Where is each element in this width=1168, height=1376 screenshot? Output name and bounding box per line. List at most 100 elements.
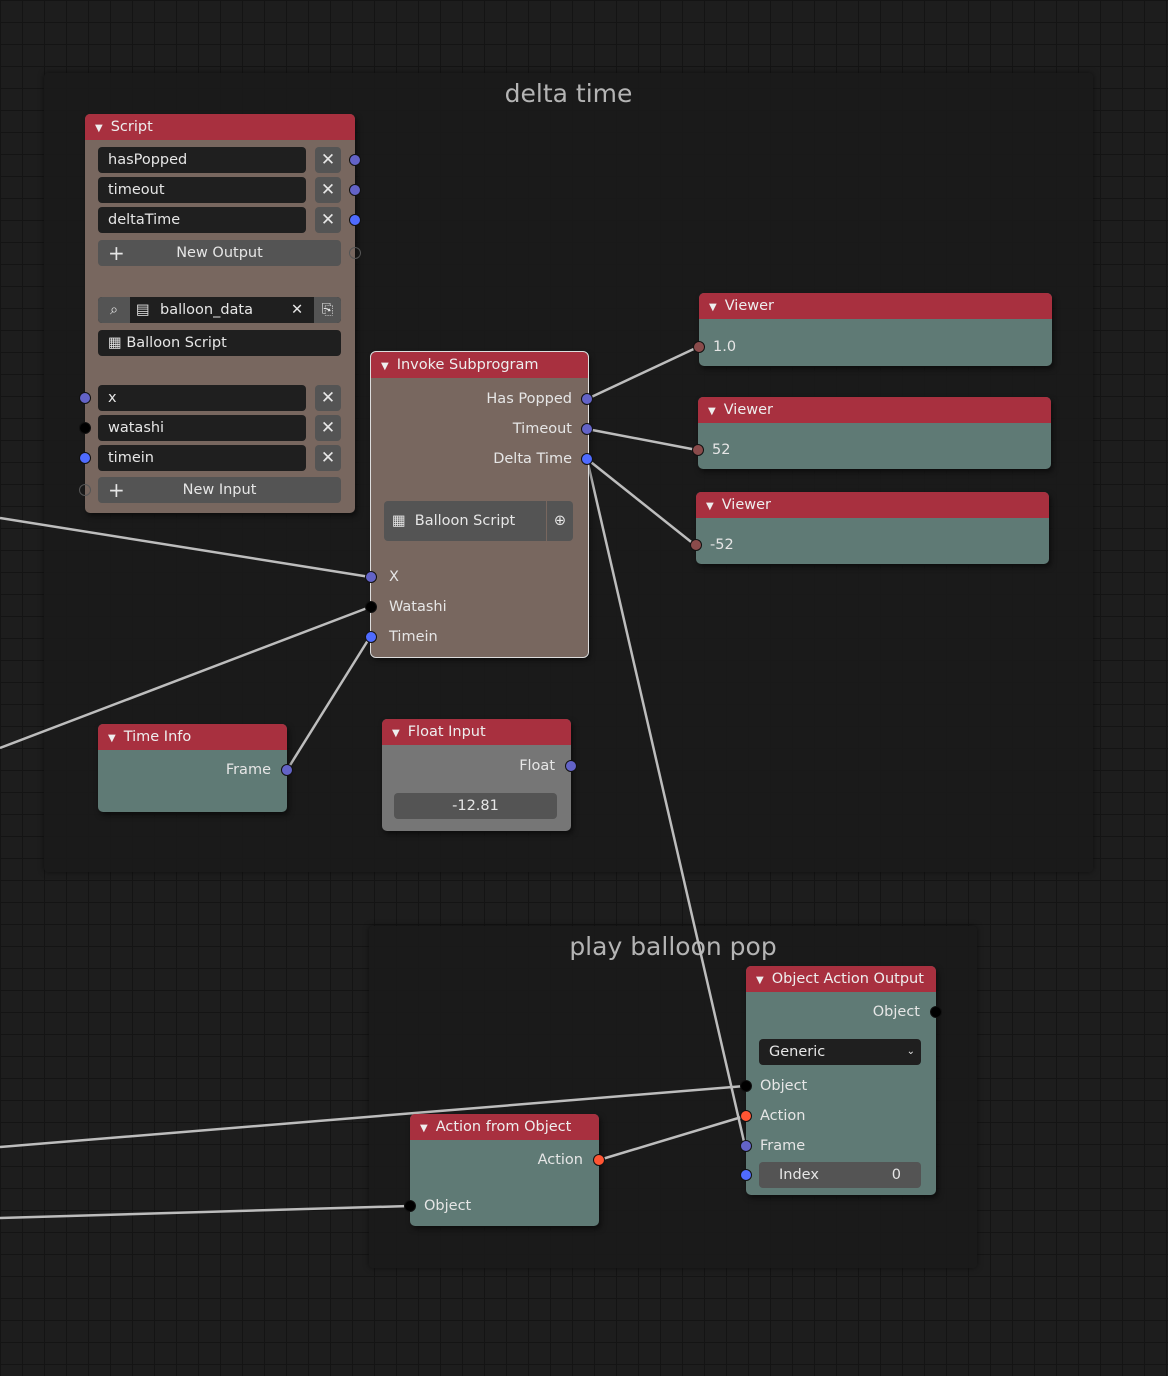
input-socket[interactable]	[79, 484, 91, 496]
collapse-triangle-icon[interactable]: ▼	[381, 354, 389, 380]
viewer-node[interactable]: ▼ Viewer -52	[690, 492, 1049, 564]
subprogram-selector[interactable]: ▦ Balloon Script	[384, 501, 546, 541]
remove-input-button[interactable]: ✕	[315, 445, 341, 471]
node-header[interactable]: ▼ Viewer	[698, 397, 1051, 423]
paste-icon[interactable]: ⎘	[314, 297, 341, 323]
subprogram-name-field[interactable]: ▦ Balloon Script	[98, 330, 341, 356]
input-socket[interactable]	[740, 1110, 752, 1122]
input-socket[interactable]	[79, 422, 91, 434]
node-title: Object Action Output	[771, 971, 924, 987]
output-socket[interactable]	[349, 247, 361, 259]
new-subprogram-icon[interactable]: ⊕	[547, 501, 573, 541]
collapse-triangle-icon[interactable]: ▼	[709, 295, 717, 321]
output-socket[interactable]	[281, 764, 293, 776]
output-name-field[interactable]: hasPopped	[98, 147, 306, 173]
output-socket[interactable]	[581, 423, 593, 435]
node-header[interactable]: ▼ Object Action Output	[746, 966, 936, 992]
input-socket[interactable]	[404, 1200, 416, 1212]
viewer-node[interactable]: ▼ Viewer 52	[692, 397, 1051, 469]
input-socket[interactable]	[692, 444, 704, 456]
float-input-node[interactable]: ▼ Float Input Float -12.81	[382, 719, 577, 831]
socket-label: Float	[519, 758, 555, 774]
remove-input-button[interactable]: ✕	[315, 415, 341, 441]
output-socket[interactable]	[349, 154, 361, 166]
clear-icon[interactable]: ✕	[291, 297, 303, 323]
output-socket[interactable]	[349, 214, 361, 226]
input-name-field[interactable]: x	[98, 385, 306, 411]
remove-input-button[interactable]: ✕	[315, 385, 341, 411]
field-value: Balloon Script	[126, 335, 227, 351]
mode-dropdown[interactable]: Generic ⌄	[759, 1039, 921, 1065]
input-name-field[interactable]: watashi	[98, 415, 306, 441]
invoke-subprogram-node[interactable]: ▼ Invoke Subprogram Has Popped Timeout De…	[365, 351, 593, 658]
input-socket[interactable]	[365, 571, 377, 583]
collapse-triangle-icon[interactable]: ▼	[756, 968, 764, 994]
socket-label: Timein	[389, 629, 438, 645]
input-socket[interactable]	[690, 539, 702, 551]
node-header[interactable]: ▼ Float Input	[382, 719, 571, 745]
node-title: Viewer	[723, 402, 773, 418]
input-name-field[interactable]: timein	[98, 445, 306, 471]
output-socket[interactable]	[349, 184, 361, 196]
index-field[interactable]: Index 0	[759, 1162, 921, 1188]
socket-label: Object	[424, 1198, 472, 1214]
output-socket[interactable]	[565, 760, 577, 772]
socket-label: Watashi	[389, 599, 447, 615]
input-socket[interactable]	[365, 601, 377, 613]
collapse-triangle-icon[interactable]: ▼	[95, 116, 103, 142]
input-socket[interactable]	[740, 1140, 752, 1152]
socket-label: Delta Time	[493, 451, 572, 467]
chevron-down-icon: ⌄	[906, 1046, 915, 1057]
input-socket[interactable]	[740, 1080, 752, 1092]
new-output-button[interactable]: + New Output	[98, 240, 341, 266]
viewer-value: 52	[712, 442, 731, 458]
input-socket[interactable]	[693, 341, 705, 353]
script-node[interactable]: ▼ Script hasPopped ✕ timeout ✕ deltaTime …	[79, 114, 361, 513]
plus-icon: +	[108, 241, 125, 265]
output-name-field[interactable]: deltaTime	[98, 207, 306, 233]
output-socket[interactable]	[581, 453, 593, 465]
output-socket[interactable]	[930, 1006, 942, 1018]
action-from-object-node[interactable]: ▼ Action from Object Action Object	[404, 1114, 605, 1226]
remove-output-button[interactable]: ✕	[315, 177, 341, 203]
socket-label: Action	[537, 1152, 583, 1168]
node-header[interactable]: ▼ Time Info	[98, 724, 287, 750]
collapse-triangle-icon[interactable]: ▼	[708, 399, 716, 425]
socket-label: Object	[760, 1078, 808, 1094]
viewer-node[interactable]: ▼ Viewer 1.0	[693, 293, 1052, 366]
object-action-output-node[interactable]: ▼ Object Action Output Object Generic ⌄ Ob…	[740, 966, 942, 1195]
text-document-icon: ▤	[136, 302, 150, 318]
time-info-node[interactable]: ▼ Time Info Frame	[98, 724, 293, 812]
node-title: Time Info	[123, 729, 192, 745]
node-title: Script	[110, 119, 153, 135]
browse-search-icon[interactable]: ⌕	[98, 297, 130, 323]
viewer-value: 1.0	[713, 339, 737, 355]
output-name-field[interactable]: timeout	[98, 177, 306, 203]
new-input-button[interactable]: + New Input	[98, 477, 341, 503]
text-block-name: balloon_data	[160, 302, 253, 318]
node-header[interactable]: ▼ Invoke Subprogram	[371, 352, 588, 378]
node-header[interactable]: ▼ Viewer	[699, 293, 1052, 319]
dropdown-value: Generic	[769, 1044, 826, 1060]
node-header[interactable]: ▼ Script	[85, 114, 355, 140]
node-header[interactable]: ▼ Action from Object	[410, 1114, 599, 1140]
node-header[interactable]: ▼ Viewer	[696, 492, 1049, 518]
collapse-triangle-icon[interactable]: ▼	[420, 1116, 428, 1142]
node-title: Float Input	[407, 724, 486, 740]
socket-label: Timeout	[512, 421, 572, 437]
remove-output-button[interactable]: ✕	[315, 147, 341, 173]
input-socket[interactable]	[79, 452, 91, 464]
output-socket[interactable]	[593, 1154, 605, 1166]
remove-output-button[interactable]: ✕	[315, 207, 341, 233]
input-socket[interactable]	[79, 392, 91, 404]
collapse-triangle-icon[interactable]: ▼	[392, 721, 400, 747]
collapse-triangle-icon[interactable]: ▼	[706, 494, 714, 520]
socket-label: X	[389, 569, 399, 585]
socket-label: Frame	[225, 762, 271, 778]
float-value-field[interactable]: -12.81	[394, 793, 557, 819]
collapse-triangle-icon[interactable]: ▼	[108, 726, 116, 752]
output-socket[interactable]	[581, 393, 593, 405]
text-block-selector[interactable]: ⌕ ▤ balloon_data ✕ ⎘	[98, 297, 341, 323]
input-socket[interactable]	[365, 631, 377, 643]
input-socket[interactable]	[740, 1169, 752, 1181]
